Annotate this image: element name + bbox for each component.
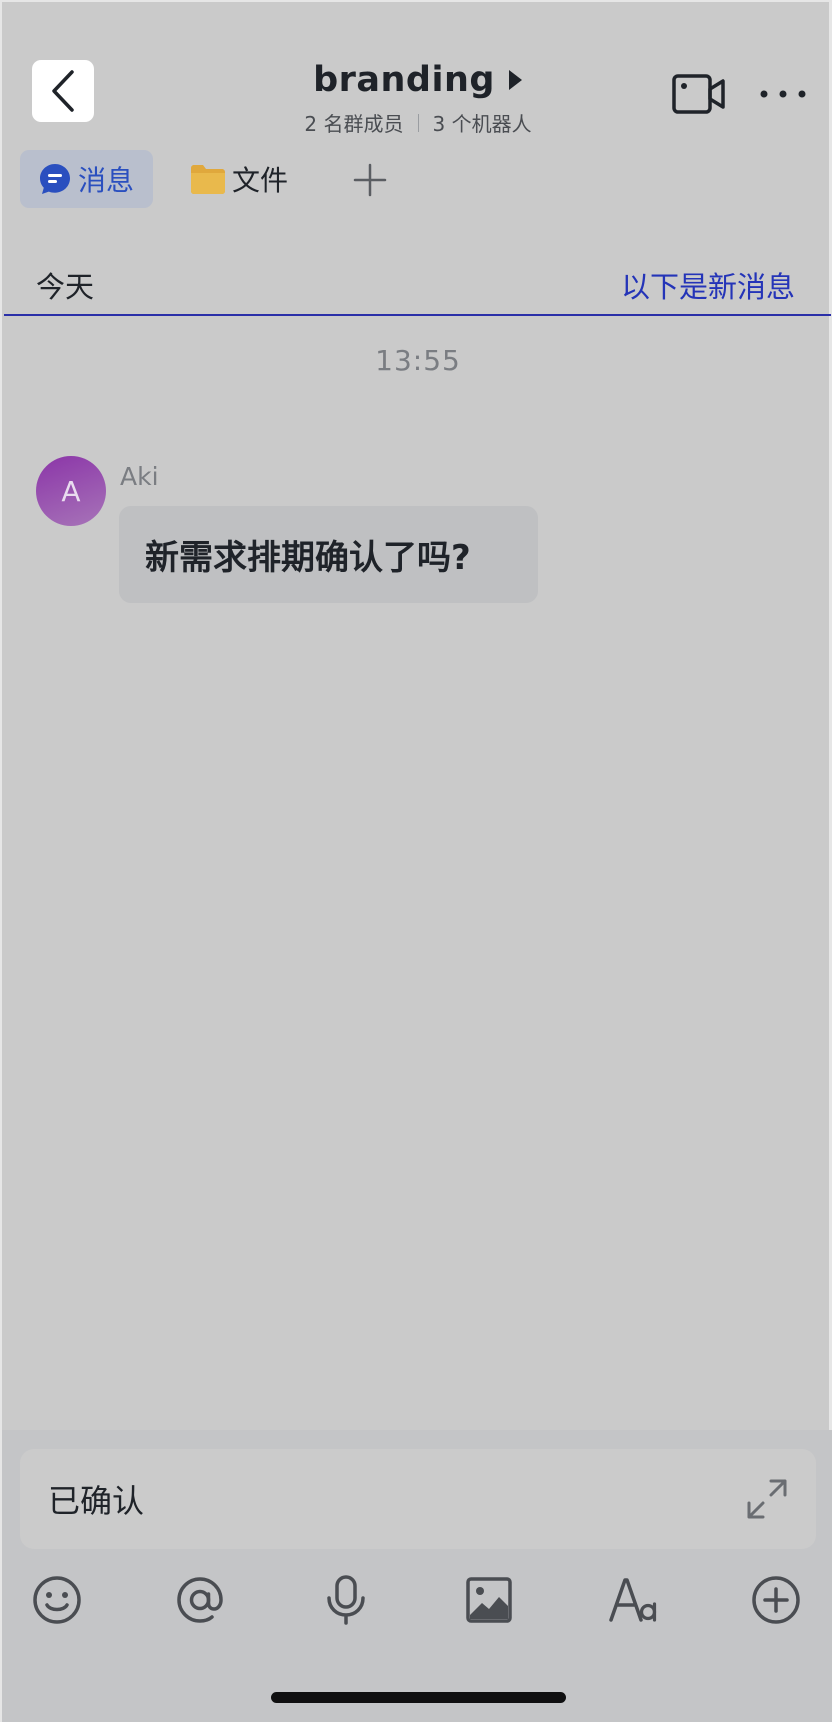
folder-icon	[191, 165, 225, 194]
add-tab-button[interactable]	[352, 162, 388, 198]
expand-input-button[interactable]	[745, 1477, 789, 1521]
format-text-button[interactable]	[608, 1574, 660, 1626]
tab-files-label: 文件	[232, 164, 289, 197]
plus-circle-icon	[752, 1576, 800, 1624]
chat-bubble-icon	[40, 164, 70, 194]
plus-icon	[353, 163, 387, 197]
emoji-icon	[33, 1576, 81, 1624]
group-title-link[interactable]: branding	[313, 60, 523, 100]
more-actions-button[interactable]	[750, 1574, 802, 1626]
triangle-right-icon	[508, 70, 522, 90]
group-title: branding	[313, 60, 495, 100]
more-button[interactable]	[758, 82, 808, 106]
tab-files[interactable]: 文件	[190, 150, 300, 208]
avatar[interactable]: A	[36, 456, 106, 526]
bot-count[interactable]: 3 个机器人	[433, 108, 532, 137]
voice-button[interactable]	[320, 1574, 372, 1626]
tab-messages[interactable]: 消息	[20, 150, 153, 208]
image-button[interactable]	[463, 1574, 515, 1626]
home-indicator[interactable]	[271, 1692, 566, 1703]
microphone-icon	[327, 1575, 365, 1625]
message-bubble[interactable]: 新需求排期确认了吗?	[119, 506, 538, 603]
new-messages-line	[4, 314, 831, 316]
tab-messages-label: 消息	[78, 164, 135, 197]
app-frame: branding 2 名群成员 3 个机器人 消息 文件 今天 以下是新消息 1…	[0, 0, 832, 1722]
new-messages-label: 以下是新消息	[620, 270, 795, 304]
image-icon	[466, 1577, 512, 1623]
message-timestamp: 13:55	[375, 344, 461, 377]
mention-button[interactable]	[174, 1574, 226, 1626]
member-count[interactable]: 2 名群成员	[304, 108, 403, 137]
message-input-value: 已确认	[48, 1482, 145, 1520]
message-text: 新需求排期确认了吗?	[145, 538, 471, 578]
at-icon	[177, 1577, 223, 1623]
more-icon	[760, 90, 806, 98]
sender-name: Aki	[120, 462, 159, 491]
expand-icon	[747, 1479, 787, 1519]
font-icon	[609, 1578, 657, 1622]
emoji-button[interactable]	[31, 1574, 83, 1626]
message-input[interactable]: 已确认	[20, 1449, 816, 1549]
date-divider-label: 今天	[36, 270, 95, 304]
avatar-initial: A	[61, 474, 81, 508]
video-camera-icon	[672, 74, 725, 114]
subtitle-divider	[417, 113, 419, 132]
video-call-button[interactable]	[672, 72, 726, 116]
